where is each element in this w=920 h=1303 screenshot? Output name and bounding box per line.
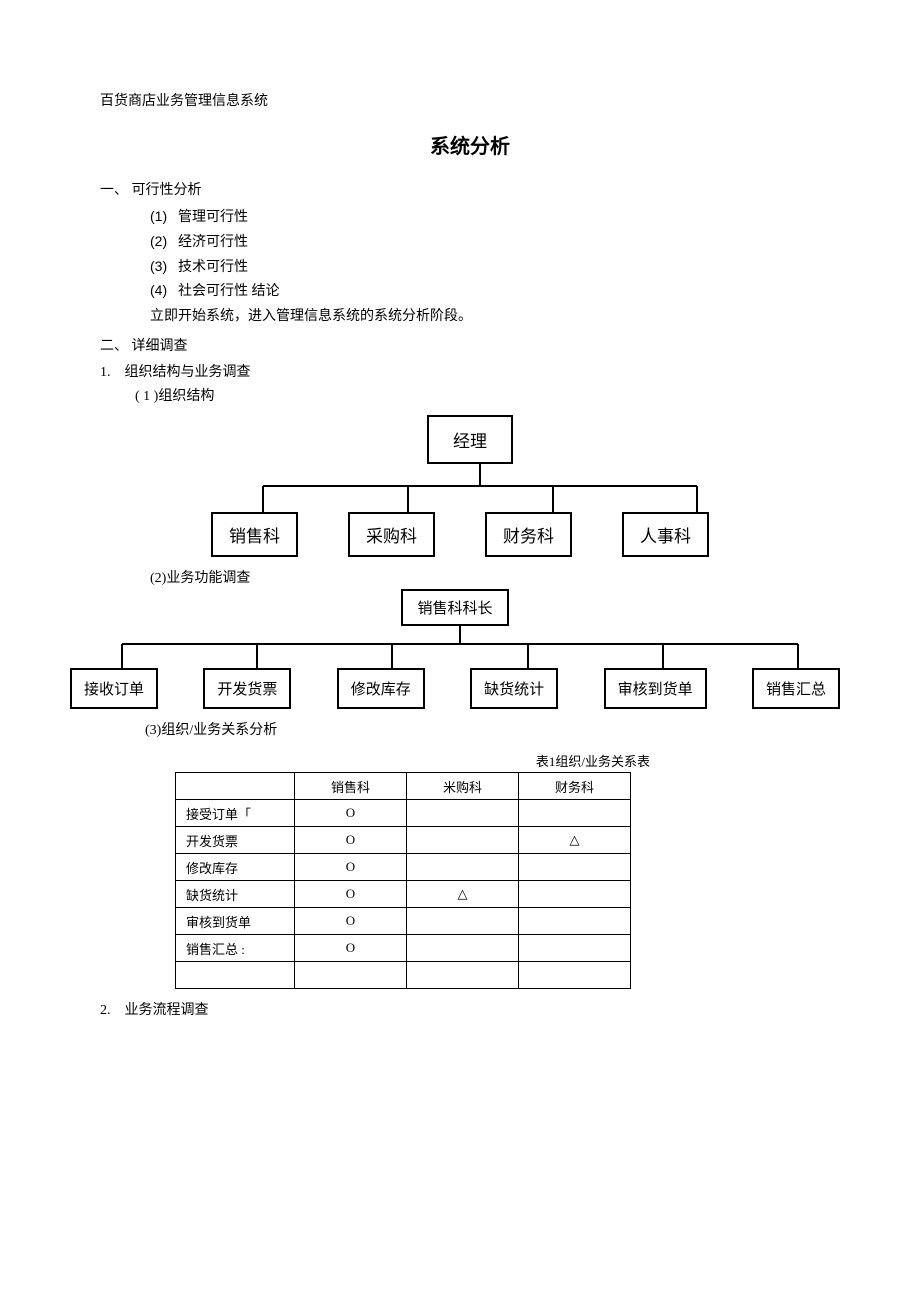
org2-child-4: 缺货统计 bbox=[470, 668, 558, 709]
document-title: 系统分析 bbox=[100, 130, 840, 159]
relation-table: 销售科 米购科 财务科 接受订单「 O 开发货票 O △ 修改库存 O 缺货统计… bbox=[175, 772, 631, 989]
paren-item-3: (3)组织/业务关系分析 bbox=[145, 719, 840, 739]
org1-child-4: 人事科 bbox=[622, 512, 709, 557]
paren-item-1: ( 1 )组织结构 bbox=[135, 385, 840, 405]
table-row: 开发货票 O △ bbox=[176, 827, 631, 854]
feasibility-item-1: (1)管理可行性 bbox=[150, 205, 840, 230]
document-header: 百货商店业务管理信息系统 bbox=[100, 90, 840, 110]
org1-child-2: 采购科 bbox=[348, 512, 435, 557]
table-row: 销售汇总 : O bbox=[176, 935, 631, 962]
subsection-2-2-heading: 2. 业务流程调查 bbox=[100, 999, 840, 1019]
table-header-row: 销售科 米购科 财务科 bbox=[176, 773, 631, 800]
table-row: 修改库存 O bbox=[176, 854, 631, 881]
feasibility-item-3: (3)技术可行性 bbox=[150, 255, 840, 280]
org2-child-6: 销售汇总 bbox=[752, 668, 840, 709]
table-row: 接受订单「 O bbox=[176, 800, 631, 827]
paren-item-2: (2)业务功能调查 bbox=[150, 567, 840, 587]
table-caption: 表1组织/业务关系表 bbox=[100, 751, 650, 770]
org-chart-1: 经理 销售科 采购科 财务科 人事科 bbox=[100, 415, 840, 557]
org2-child-2: 开发货票 bbox=[203, 668, 291, 709]
org2-top-node: 销售科科长 bbox=[401, 589, 508, 626]
org1-top-node: 经理 bbox=[427, 415, 513, 464]
subsection-2-1-heading: 1. 组织结构与业务调查 bbox=[100, 361, 840, 381]
feasibility-item-4: (4)社会可行性 结论 bbox=[150, 279, 840, 304]
org2-child-3: 修改库存 bbox=[337, 668, 425, 709]
table-row: 审核到货单 O bbox=[176, 908, 631, 935]
table-row: 缺货统计 O △ bbox=[176, 881, 631, 908]
org2-child-5: 审核到货单 bbox=[604, 668, 707, 709]
org-chart-2: 销售科科长 接收订单 开发货票 修改库存 缺货统计 审核到货单 销售汇总 bbox=[70, 589, 840, 709]
feasibility-conclusion: 立即开始系统，进入管理信息系统的系统分析阶段。 bbox=[150, 304, 840, 329]
section-1-heading: 一、 可行性分析 bbox=[100, 179, 840, 199]
section-2-heading: 二、 详细调查 bbox=[100, 335, 840, 355]
org2-child-1: 接收订单 bbox=[70, 668, 158, 709]
feasibility-item-2: (2)经济可行性 bbox=[150, 230, 840, 255]
table-row bbox=[176, 962, 631, 989]
org2-connectors bbox=[70, 626, 850, 668]
org1-child-3: 财务科 bbox=[485, 512, 572, 557]
org1-connectors bbox=[80, 464, 820, 512]
org1-child-1: 销售科 bbox=[211, 512, 298, 557]
